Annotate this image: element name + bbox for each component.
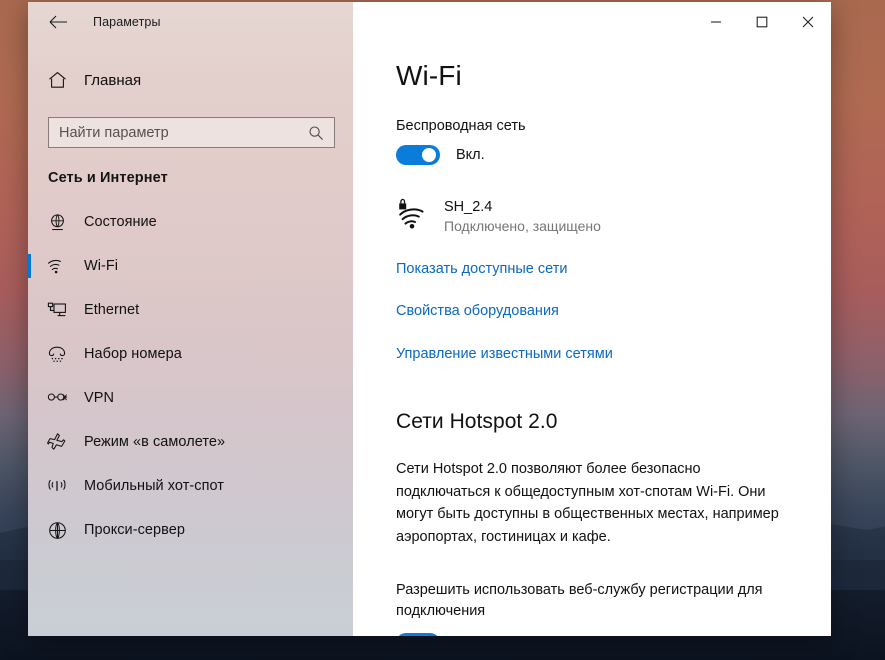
sidebar-item-mobile-hotspot[interactable]: Мобильный хот-спот xyxy=(28,464,353,508)
search-placeholder: Найти параметр xyxy=(59,124,169,141)
sidebar-item-vpn[interactable]: VPN xyxy=(28,376,353,420)
ethernet-icon xyxy=(46,301,68,319)
sidebar-item-label: Ethernet xyxy=(84,302,140,318)
sidebar-section-label: Сеть и Интернет xyxy=(48,170,168,186)
settings-window: Параметры Главная Найти параметр Сеть и … xyxy=(28,2,831,636)
network-status: Подключено, защищено xyxy=(444,218,601,235)
settings-main-pane: Wi-Fi Беспроводная сеть Вкл. SH_2.4 Подк… xyxy=(353,2,831,636)
hotspot-broadcast-icon xyxy=(46,477,68,495)
register-webservice-label: Разрешить использовать веб-службу регист… xyxy=(396,581,763,620)
register-webservice-toggle[interactable] xyxy=(396,633,440,636)
sidebar-item-proxy[interactable]: Прокси-сервер xyxy=(28,508,353,552)
search-icon[interactable] xyxy=(308,125,324,141)
sidebar-item-wifi[interactable]: Wi-Fi xyxy=(28,244,353,288)
wireless-toggle-state: Вкл. xyxy=(456,147,485,163)
sidebar-item-label: VPN xyxy=(84,390,114,406)
connected-network-row[interactable]: SH_2.4 Подключено, защищено xyxy=(396,197,797,236)
airplane-icon xyxy=(46,432,68,452)
search-input[interactable]: Найти параметр xyxy=(48,117,335,148)
wireless-toggle-row: Вкл. xyxy=(396,145,797,165)
link-hardware-properties[interactable]: Свойства оборудования xyxy=(396,302,559,321)
sidebar-home-label: Главная xyxy=(84,71,142,89)
sidebar-item-ethernet[interactable]: Ethernet xyxy=(28,288,353,332)
sidebar-item-label: Режим «в самолете» xyxy=(84,434,226,450)
sidebar-item-label: Набор номера xyxy=(84,346,182,362)
sidebar-item-airplane-mode[interactable]: Режим «в самолете» xyxy=(28,420,353,464)
main-content: Wi-Fi Беспроводная сеть Вкл. SH_2.4 Подк… xyxy=(353,42,831,636)
register-toggle-row: Вкл. xyxy=(396,633,797,636)
back-button[interactable] xyxy=(36,6,80,38)
page-title: Wi-Fi xyxy=(396,60,462,91)
sidebar-item-label: Прокси-сервер xyxy=(84,522,185,538)
close-button[interactable] xyxy=(785,2,831,42)
sidebar-item-home[interactable]: Главная xyxy=(28,60,353,100)
sidebar-item-label: Состояние xyxy=(84,214,157,230)
wifi-icon xyxy=(46,258,68,275)
window-title: Параметры xyxy=(93,15,161,29)
register-toggle-state: Вкл. xyxy=(456,635,485,636)
network-name: SH_2.4 xyxy=(444,199,493,215)
window-titlebar-left: Параметры xyxy=(28,2,353,42)
vpn-icon xyxy=(46,391,68,405)
search-container: Найти параметр xyxy=(48,117,335,148)
sidebar-item-status[interactable]: Состояние xyxy=(28,200,353,244)
sidebar-item-dialup[interactable]: Набор номера xyxy=(28,332,353,376)
minimize-button[interactable] xyxy=(693,2,739,42)
home-icon xyxy=(46,71,68,89)
hotspot-section-heading: Сети Hotspot 2.0 xyxy=(396,410,558,434)
sidebar-item-label: Мобильный хот-спот xyxy=(84,478,224,494)
maximize-button[interactable] xyxy=(739,2,785,42)
network-texts: SH_2.4 Подключено, защищено xyxy=(444,197,601,236)
wifi-links-group: Показать доступные сети Свойства оборудо… xyxy=(396,260,797,365)
settings-sidebar: Параметры Главная Найти параметр Сеть и … xyxy=(28,2,353,636)
proxy-globe-icon xyxy=(46,521,68,540)
status-globe-icon xyxy=(46,213,68,232)
sidebar-item-label: Wi-Fi xyxy=(84,258,119,274)
link-show-available-networks[interactable]: Показать доступные сети xyxy=(396,260,567,279)
toggle-knob xyxy=(422,148,436,162)
wifi-secured-icon xyxy=(396,197,430,230)
wireless-network-label: Беспроводная сеть xyxy=(396,118,526,134)
wireless-toggle[interactable] xyxy=(396,145,440,165)
dialup-phone-icon xyxy=(46,345,68,363)
hotspot-description: Сети Hotspot 2.0 позволяют более безопас… xyxy=(396,461,779,545)
link-manage-known-networks[interactable]: Управление известными сетями xyxy=(396,345,613,364)
sidebar-nav-list: Состояние Wi-Fi Ethernet Набор номера VP… xyxy=(28,200,353,552)
window-caption-buttons xyxy=(353,2,831,42)
